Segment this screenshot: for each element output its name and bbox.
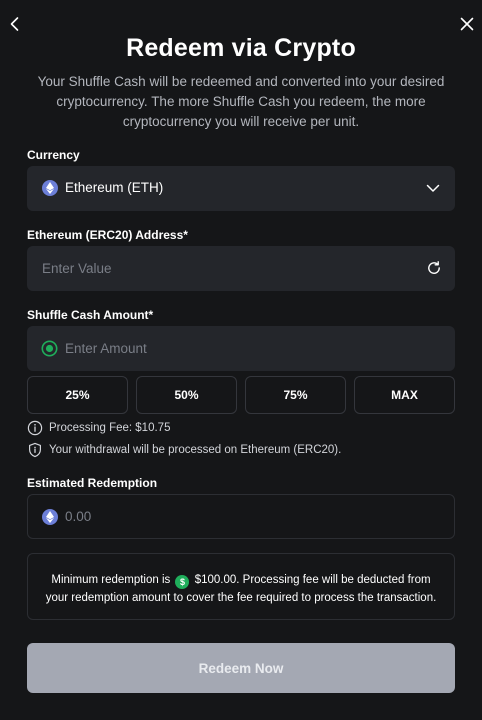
- estimate-label: Estimated Redemption: [27, 476, 158, 490]
- address-label: Ethereum (ERC20) Address*: [27, 228, 188, 242]
- shuffle-cash-icon: [41, 340, 58, 357]
- ethereum-icon: [42, 509, 58, 525]
- chevron-left-icon: [10, 17, 19, 31]
- notice-prefix: Minimum redemption is: [51, 574, 171, 586]
- ethereum-icon: [42, 180, 58, 196]
- address-field[interactable]: Enter Value: [27, 246, 455, 291]
- page-title: Redeem via Crypto: [126, 34, 356, 62]
- page-description: Your Shuffle Cash will be redeemed and c…: [37, 74, 445, 129]
- percent-25-button[interactable]: 25%: [27, 376, 128, 414]
- currency-selected-value: Ethereum (ETH): [65, 180, 164, 195]
- redeem-modal: Redeem via Crypto Your Shuffle Cash will…: [0, 0, 482, 720]
- estimate-value: 0.00: [65, 509, 92, 524]
- estimate-field: 0.00: [27, 494, 455, 539]
- redeem-now-button[interactable]: Redeem Now: [27, 643, 455, 693]
- processing-fee-info: Processing Fee: $10.75: [27, 420, 170, 436]
- amount-input[interactable]: Enter Amount: [65, 341, 147, 356]
- notice-amount: $100.00: [194, 574, 237, 586]
- network-note-text: Your withdrawal will be processed on Eth…: [49, 444, 342, 456]
- percent-75-button[interactable]: 75%: [245, 376, 346, 414]
- close-button[interactable]: [457, 14, 477, 34]
- amount-field[interactable]: Enter Amount: [27, 326, 455, 371]
- amount-label: Shuffle Cash Amount*: [27, 308, 154, 322]
- address-input[interactable]: Enter Value: [42, 261, 112, 276]
- percent-50-button[interactable]: 50%: [136, 376, 237, 414]
- chevron-down-icon: [425, 180, 441, 196]
- dollar-icon: $: [175, 575, 190, 589]
- network-info: Your withdrawal will be processed on Eth…: [27, 442, 341, 458]
- currency-label: Currency: [27, 148, 80, 162]
- max-button[interactable]: MAX: [354, 376, 455, 414]
- refresh-icon[interactable]: [426, 260, 442, 276]
- back-button[interactable]: [5, 14, 25, 34]
- minimum-redemption-notice: Minimum redemption is $ $100.00. Process…: [27, 553, 455, 620]
- processing-fee-text: Processing Fee: $10.75: [49, 422, 171, 434]
- shield-icon: [27, 442, 43, 458]
- currency-select[interactable]: Ethereum (ETH): [27, 166, 455, 211]
- close-icon: [460, 17, 474, 31]
- percent-buttons: 25% 50% 75% MAX: [27, 376, 455, 414]
- info-icon: [27, 420, 43, 436]
